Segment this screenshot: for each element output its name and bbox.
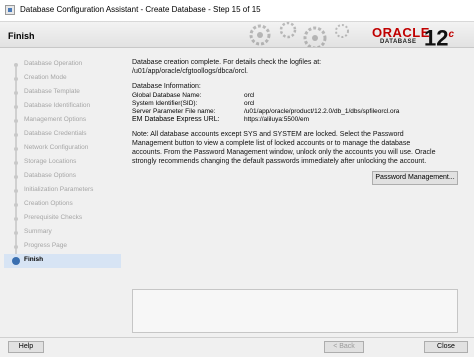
wizard-banner: Finish ORACLE DATABASE 12c bbox=[0, 22, 474, 48]
password-management-button[interactable]: Password Management... bbox=[372, 171, 458, 185]
version-suffix: c bbox=[448, 29, 455, 40]
database-info-header: Database Information: bbox=[132, 83, 201, 90]
step-database-credentials[interactable]: Database Credentials bbox=[4, 128, 121, 147]
note-line-1: Note: All database accounts except SYS a… bbox=[132, 131, 404, 138]
window-titlebar: Database Configuration Assistant - Creat… bbox=[0, 0, 474, 22]
step-label: Storage Locations bbox=[24, 158, 77, 165]
step-summary[interactable]: Summary bbox=[4, 226, 121, 245]
step-database-template[interactable]: Database Template bbox=[4, 86, 121, 105]
step-database-options[interactable]: Database Options bbox=[4, 170, 121, 189]
step-creation-mode[interactable]: Creation Mode bbox=[4, 72, 121, 91]
step-label: Database Operation bbox=[24, 60, 83, 67]
step-creation-options[interactable]: Creation Options bbox=[4, 198, 121, 217]
back-button[interactable]: < Back bbox=[324, 341, 364, 353]
message-panel bbox=[132, 289, 458, 333]
version-mark: 12c bbox=[424, 23, 455, 48]
step-label: Database Options bbox=[24, 172, 77, 179]
step-finish[interactable]: Finish bbox=[4, 254, 121, 268]
spfile-label: Server Parameter File name: bbox=[132, 108, 216, 115]
step-label: Network Configuration bbox=[24, 144, 89, 151]
step-prerequisite-checks[interactable]: Prerequisite Checks bbox=[4, 212, 121, 231]
step-navigator: Database Operation Creation Mode Databas… bbox=[4, 55, 121, 334]
oracle-logo-subtitle: DATABASE bbox=[380, 39, 417, 45]
gear-decoration-icon bbox=[249, 22, 349, 47]
step-label: Database Template bbox=[24, 88, 80, 95]
em-url-value: https://aliluya:5500/em bbox=[244, 116, 310, 123]
oracle-logo: ORACLE bbox=[372, 25, 430, 40]
spfile-value: /u01/app/oracle/product/12.2.0/db_1/dbs/… bbox=[244, 108, 400, 115]
version-number: 12 bbox=[424, 25, 449, 48]
step-network-configuration[interactable]: Network Configuration bbox=[4, 142, 121, 161]
footer-divider bbox=[0, 337, 474, 338]
help-button[interactable]: Help bbox=[8, 341, 44, 353]
step-storage-locations[interactable]: Storage Locations bbox=[4, 156, 121, 175]
em-url-label: EM Database Express URL: bbox=[132, 116, 220, 123]
note-line-2: Management button to view a complete lis… bbox=[132, 140, 411, 147]
step-label: Database Identification bbox=[24, 102, 91, 109]
close-button[interactable]: Close bbox=[424, 341, 468, 353]
step-current-icon bbox=[12, 257, 20, 265]
step-management-options[interactable]: Management Options bbox=[4, 114, 121, 133]
step-database-identification[interactable]: Database Identification bbox=[4, 100, 121, 119]
global-db-name-value: orcl bbox=[244, 92, 255, 99]
step-label: Initialization Parameters bbox=[24, 186, 94, 193]
note-line-3: accounts. From the Password Management w… bbox=[132, 149, 436, 156]
note-line-4: strongly recommends changing the default… bbox=[132, 158, 427, 165]
step-label: Creation Options bbox=[24, 200, 73, 207]
step-progress-page[interactable]: Progress Page bbox=[4, 240, 121, 259]
completion-message: Database creation complete. For details … bbox=[132, 59, 322, 66]
sid-label: System Identifier(SID): bbox=[132, 100, 198, 107]
step-label: Management Options bbox=[24, 116, 87, 123]
step-label: Summary bbox=[24, 228, 52, 235]
step-label: Database Credentials bbox=[24, 130, 87, 137]
finish-content: Database creation complete. For details … bbox=[126, 55, 462, 334]
step-label: Finish bbox=[24, 256, 44, 263]
page-title: Finish bbox=[8, 31, 35, 41]
step-initialization-parameters[interactable]: Initialization Parameters bbox=[4, 184, 121, 203]
global-db-name-label: Global Database Name: bbox=[132, 92, 202, 99]
logfile-path: /u01/app/oracle/cfgtoollogs/dbca/orcl. bbox=[132, 68, 248, 75]
sid-value: orcl bbox=[244, 100, 255, 107]
app-icon bbox=[5, 5, 15, 15]
window-title: Database Configuration Assistant - Creat… bbox=[20, 5, 261, 14]
step-database-operation[interactable]: Database Operation bbox=[4, 58, 121, 77]
step-label: Progress Page bbox=[24, 242, 67, 249]
step-label: Creation Mode bbox=[24, 74, 67, 81]
step-label: Prerequisite Checks bbox=[24, 214, 83, 221]
